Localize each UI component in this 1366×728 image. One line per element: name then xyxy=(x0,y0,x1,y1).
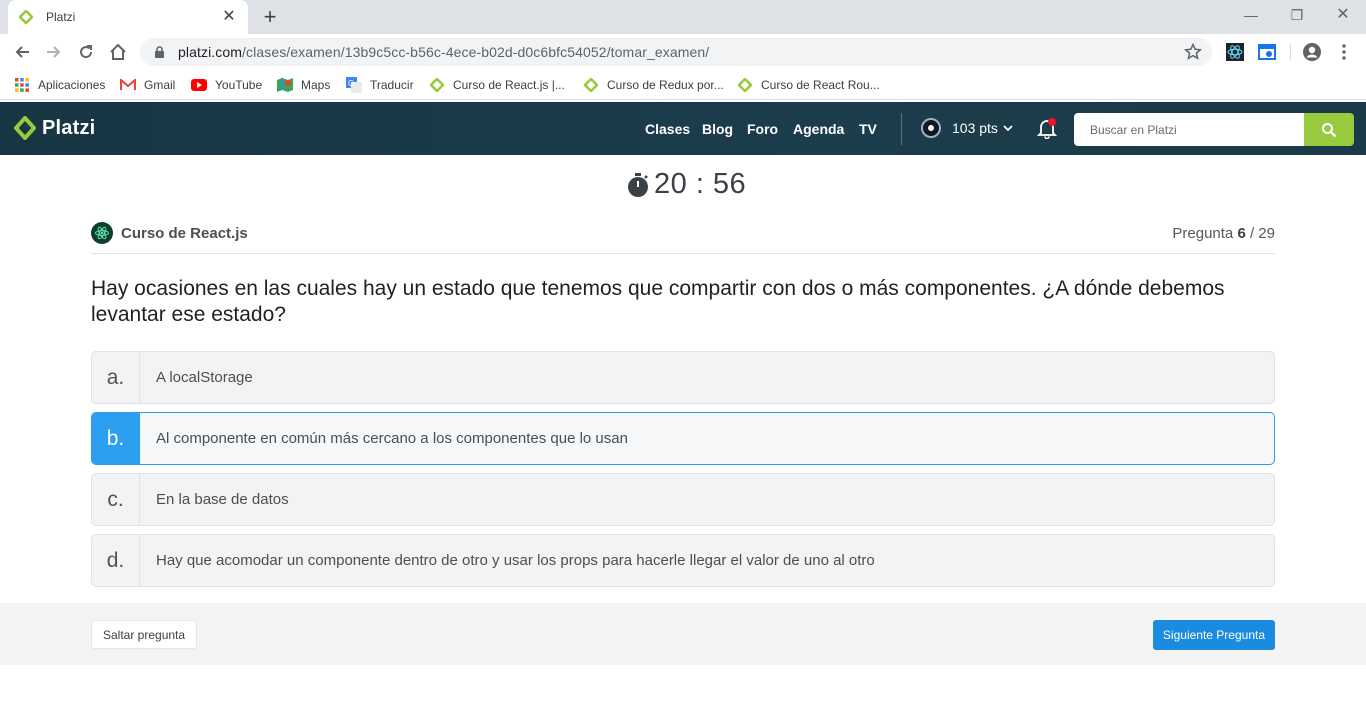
back-arrow-icon xyxy=(15,46,29,58)
search-input[interactable] xyxy=(1074,113,1304,146)
home-icon xyxy=(110,43,126,60)
course-name: Curso de React.js xyxy=(121,225,248,242)
nav-clases[interactable]: Clases xyxy=(645,121,690,137)
maps-icon xyxy=(277,77,293,93)
reload-icon xyxy=(80,45,93,59)
platzi-logo[interactable]: Platzi xyxy=(14,116,95,140)
question-text: Hay ocasiones en las cuales hay un estad… xyxy=(91,277,1225,326)
restore-icon[interactable]: ❐ xyxy=(1274,4,1320,26)
search-icon xyxy=(1322,122,1337,137)
platzi-favicon-icon xyxy=(18,9,34,25)
forward-arrow-icon xyxy=(47,46,61,58)
notifications-bell-icon[interactable] xyxy=(1036,117,1058,140)
search-button[interactable] xyxy=(1304,113,1354,146)
points-value: 103 pts xyxy=(952,120,998,136)
browser-tab[interactable]: Platzi ✕ xyxy=(8,0,248,34)
platzi-logo-icon xyxy=(14,116,36,140)
timer-value: 20 : 56 xyxy=(654,168,747,200)
toolbar-divider xyxy=(1290,44,1291,60)
tab-close-icon[interactable]: ✕ xyxy=(220,8,238,26)
course-row: Curso de React.js Pregunta 6 / 29 xyxy=(91,222,1275,254)
option-text: Hay que acomodar un componente dentro de… xyxy=(156,552,875,569)
platzi-icon xyxy=(429,77,445,93)
bookmark-label: Aplicaciones xyxy=(38,78,106,92)
bookmark-label: Gmail xyxy=(144,78,176,92)
minimize-icon[interactable]: — xyxy=(1228,4,1274,26)
bookmark-label: Traducir xyxy=(370,78,414,92)
bookmark-gmail[interactable]: Gmail xyxy=(120,75,175,95)
chevron-down-icon xyxy=(1003,125,1013,131)
points-menu[interactable]: 103 pts xyxy=(921,118,1013,138)
brand-name: Platzi xyxy=(42,116,96,139)
platzi-header: Platzi Clases Blog Foro Agenda TV 103 pt… xyxy=(0,102,1366,155)
option-letter: b. xyxy=(92,413,140,464)
new-tab-button[interactable]: + xyxy=(258,5,282,29)
bookmark-react-course[interactable]: Curso de React.js |... xyxy=(429,75,565,95)
answer-option-a[interactable]: a. A localStorage xyxy=(91,351,1275,404)
exam-footer: Saltar pregunta Siguiente Pregunta xyxy=(0,603,1366,665)
bookmark-apps[interactable]: Aplicaciones xyxy=(14,75,105,95)
platzi-icon xyxy=(737,77,753,93)
bookmark-label: Curso de React.js |... xyxy=(453,78,565,92)
option-letter: d. xyxy=(92,535,140,586)
translate-icon: G xyxy=(346,77,362,93)
apps-grid-icon xyxy=(14,77,30,93)
back-button[interactable] xyxy=(8,38,36,66)
react-course-badge-icon xyxy=(91,222,113,244)
bookmark-label: Curso de React Rou... xyxy=(761,78,880,92)
counter-current: 6 xyxy=(1237,225,1246,242)
bookmark-label: YouTube xyxy=(215,78,263,92)
counter-prefix: Pregunta xyxy=(1172,225,1234,242)
platzi-search xyxy=(1074,113,1354,146)
tab-title: Platzi xyxy=(46,10,76,24)
svg-text:G: G xyxy=(348,79,354,88)
bookmark-label: Maps xyxy=(301,78,331,92)
youtube-icon xyxy=(191,77,207,93)
lock-icon xyxy=(152,45,166,59)
bookmarks-bar: Aplicaciones Gmail YouTube Maps G Traduc… xyxy=(0,70,1366,100)
nav-agenda[interactable]: Agenda xyxy=(793,121,844,137)
address-bar[interactable]: platzi.com/clases/examen/13b9c5cc-b56c-4… xyxy=(140,38,1212,66)
exam-timer: 20 : 56 xyxy=(626,168,746,201)
home-button[interactable] xyxy=(104,38,132,66)
next-question-button[interactable]: Siguiente Pregunta xyxy=(1152,620,1275,650)
profile-avatar-icon[interactable] xyxy=(1302,42,1322,62)
nav-foro[interactable]: Foro xyxy=(747,121,778,137)
browser-tabstrip: Platzi ✕ + — ❐ ✕ xyxy=(0,0,1366,34)
option-text: A localStorage xyxy=(156,369,253,386)
answer-option-c[interactable]: c. En la base de datos xyxy=(91,473,1275,526)
url-text: platzi.com/clases/examen/13b9c5cc-b56c-4… xyxy=(178,44,710,60)
nav-blog[interactable]: Blog xyxy=(702,121,733,137)
answer-option-d[interactable]: d. Hay que acomodar un componente dentro… xyxy=(91,534,1275,587)
question-counter: Pregunta 6 / 29 xyxy=(1172,225,1275,242)
browser-toolbar: platzi.com/clases/examen/13b9c5cc-b56c-4… xyxy=(0,34,1366,70)
points-badge-icon xyxy=(921,118,941,138)
browser-menu-icon[interactable] xyxy=(1334,42,1354,62)
header-divider xyxy=(901,113,902,145)
stopwatch-icon xyxy=(628,172,648,197)
nav-tv[interactable]: TV xyxy=(859,121,877,137)
option-text: En la base de datos xyxy=(156,491,289,508)
counter-total: / 29 xyxy=(1249,225,1275,242)
option-letter: a. xyxy=(92,352,140,403)
bookmark-translate[interactable]: G Traducir xyxy=(346,75,414,95)
react-devtools-extension-icon[interactable] xyxy=(1225,42,1245,62)
option-letter: c. xyxy=(92,474,140,525)
bookmark-youtube[interactable]: YouTube xyxy=(191,75,262,95)
forward-button[interactable] xyxy=(40,38,68,66)
bookmark-maps[interactable]: Maps xyxy=(277,75,330,95)
platzi-icon xyxy=(583,77,599,93)
answer-option-b[interactable]: b. Al componente en común más cercano a … xyxy=(91,412,1275,465)
close-window-icon[interactable]: ✕ xyxy=(1320,4,1366,26)
gmail-icon xyxy=(120,77,136,93)
screen-capture-extension-icon[interactable] xyxy=(1257,42,1277,62)
bookmark-react-router-course[interactable]: Curso de React Rou... xyxy=(737,75,880,95)
skip-question-button[interactable]: Saltar pregunta xyxy=(91,620,198,649)
reload-button[interactable] xyxy=(72,38,100,66)
bookmark-star-icon[interactable] xyxy=(1183,42,1203,61)
bookmark-redux-course[interactable]: Curso de Redux por... xyxy=(583,75,724,95)
option-text: Al componente en común más cercano a los… xyxy=(156,430,628,447)
bookmark-label: Curso de Redux por... xyxy=(607,78,724,92)
